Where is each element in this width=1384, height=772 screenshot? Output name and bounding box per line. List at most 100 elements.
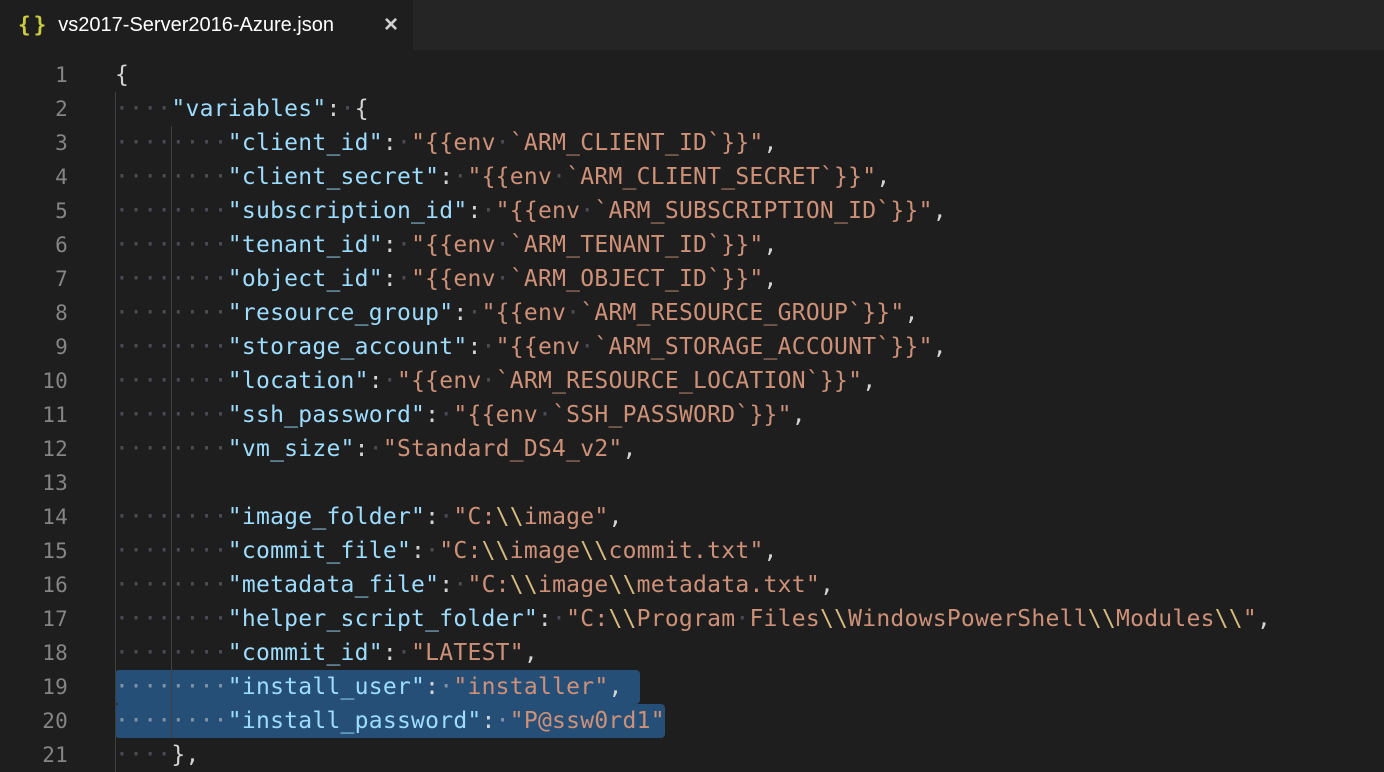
- indent-guide: [171, 500, 172, 534]
- line-content: ········"resource_group":·"{{env·`ARM_RE…: [115, 296, 1384, 330]
- indent-guide: [171, 126, 172, 160]
- line-number[interactable]: 8: [0, 296, 68, 330]
- code-line-8[interactable]: 8 ········"resource_group":·"{{env·`ARM_R…: [0, 296, 1384, 330]
- line-number[interactable]: 9: [0, 330, 68, 364]
- line-number[interactable]: 7: [0, 262, 68, 296]
- indent-guide: [171, 398, 172, 432]
- code-line-5[interactable]: 5 ········"subscription_id":·"{{env·`ARM_…: [0, 194, 1384, 228]
- code-text: ········"vm_size":·"Standard_DS4_v2",: [115, 432, 637, 466]
- tab-vs2017-server2016-azure-json[interactable]: {} vs2017-Server2016-Azure.json ×: [0, 0, 413, 50]
- code-text: ········"image_folder":·"C:\\image",: [115, 500, 623, 534]
- code-line-2[interactable]: 2 ····"variables":·{: [0, 92, 1384, 126]
- line-number[interactable]: 15: [0, 534, 68, 568]
- line-number[interactable]: 3: [0, 126, 68, 160]
- line-number[interactable]: 2: [0, 92, 68, 126]
- indent-guide: [115, 534, 116, 568]
- indent-guide: [171, 194, 172, 228]
- close-tab-icon[interactable]: ×: [384, 13, 398, 37]
- code-line-14[interactable]: 14 ········"image_folder":·"C:\\image",: [0, 500, 1384, 534]
- indent-guide: [115, 568, 116, 602]
- indent-guide: [171, 534, 172, 568]
- indent-guide: [115, 194, 116, 228]
- indent-guide: [115, 602, 116, 636]
- line-number[interactable]: 16: [0, 568, 68, 602]
- code-text: ········"object_id":·"{{env·`ARM_OBJECT_…: [115, 262, 778, 296]
- line-number[interactable]: 10: [0, 364, 68, 398]
- line-number[interactable]: 11: [0, 398, 68, 432]
- indent-guide: [171, 432, 172, 466]
- code-text: ········"commit_id":·"LATEST",: [115, 636, 538, 670]
- indent-guide: [115, 432, 116, 466]
- line-content: ········"vm_size":·"Standard_DS4_v2",: [115, 432, 1384, 466]
- code-line-13[interactable]: 13: [0, 466, 1384, 500]
- indent-guide: [171, 330, 172, 364]
- code-text: ····},: [115, 738, 200, 772]
- code-line-3[interactable]: 3 ········"client_id":·"{{env·`ARM_CLIENT…: [0, 126, 1384, 160]
- json-braces-icon: {}: [18, 15, 49, 36]
- line-number[interactable]: 6: [0, 228, 68, 262]
- code-text: ········"resource_group":·"{{env·`ARM_RE…: [115, 296, 919, 330]
- code-text: ········"tenant_id":·"{{env·`ARM_TENANT_…: [115, 228, 778, 262]
- indent-guide: [115, 704, 116, 738]
- indent-guide: [171, 602, 172, 636]
- indent-guide: [171, 568, 172, 602]
- line-content: ····"variables":·{: [115, 92, 1384, 126]
- line-number[interactable]: 4: [0, 160, 68, 194]
- indent-guide: [115, 636, 116, 670]
- line-number[interactable]: 13: [0, 466, 68, 500]
- code-line-18[interactable]: 18 ········"commit_id":·"LATEST",: [0, 636, 1384, 670]
- line-number[interactable]: 12: [0, 432, 68, 466]
- line-content: ········"commit_file":·"C:\\image\\commi…: [115, 534, 1384, 568]
- line-number[interactable]: 18: [0, 636, 68, 670]
- line-number[interactable]: 20: [0, 704, 68, 738]
- code-line-16[interactable]: 16 ········"metadata_file":·"C:\\image\\m…: [0, 568, 1384, 602]
- code-line-20[interactable]: 20 ········"install_password":·"P@ssw0rd1…: [0, 704, 1384, 738]
- indent-guide: [115, 92, 116, 126]
- code-line-6[interactable]: 6 ········"tenant_id":·"{{env·`ARM_TENANT…: [0, 228, 1384, 262]
- code-line-12[interactable]: 12 ········"vm_size":·"Standard_DS4_v2",: [0, 432, 1384, 466]
- code-line-19[interactable]: 19········"install_user":·"installer",: [0, 670, 1384, 704]
- line-number[interactable]: 19: [0, 670, 68, 704]
- line-number[interactable]: 17: [0, 602, 68, 636]
- indent-guide: [171, 670, 172, 704]
- line-number[interactable]: 14: [0, 500, 68, 534]
- code-line-7[interactable]: 7 ········"object_id":·"{{env·`ARM_OBJECT…: [0, 262, 1384, 296]
- code-text: ········"commit_file":·"C:\\image\\commi…: [115, 534, 778, 568]
- line-content: ········"ssh_password":·"{{env·`SSH_PASS…: [115, 398, 1384, 432]
- code-text: ····"variables":·{: [115, 92, 369, 126]
- line-content: ····},: [115, 738, 1384, 772]
- indent-guide: [115, 126, 116, 160]
- indent-guide: [171, 262, 172, 296]
- indent-guide: [115, 330, 116, 364]
- line-number[interactable]: 1: [0, 58, 68, 92]
- code-text: ········"subscription_id":·"{{env·`ARM_S…: [115, 194, 947, 228]
- line-content: ········"client_secret":·"{{env·`ARM_CLI…: [115, 160, 1384, 194]
- indent-guide: [115, 364, 116, 398]
- code-text: ········"client_secret":·"{{env·`ARM_CLI…: [115, 160, 890, 194]
- indent-guide: [171, 228, 172, 262]
- code-line-4[interactable]: 4 ········"client_secret":·"{{env·`ARM_CL…: [0, 160, 1384, 194]
- code-line-21[interactable]: 21 ····},: [0, 738, 1384, 772]
- code-line-9[interactable]: 9 ········"storage_account":·"{{env·`ARM_…: [0, 330, 1384, 364]
- code-editor[interactable]: 1{2····"variables":·{3········"client_id…: [0, 50, 1384, 772]
- code-text: ········"location":·"{{env·`ARM_RESOURCE…: [115, 364, 876, 398]
- indent-guide: [115, 500, 116, 534]
- code-text: ········"storage_account":·"{{env·`ARM_S…: [115, 330, 947, 364]
- code-text: ········"metadata_file":·"C:\\image\\met…: [115, 568, 834, 602]
- code-line-10[interactable]: 10 ········"location":·"{{env·`ARM_RESOUR…: [0, 364, 1384, 398]
- line-content: {: [115, 58, 1384, 92]
- code-line-15[interactable]: 15 ········"commit_file":·"C:\\image\\com…: [0, 534, 1384, 568]
- line-content: ········"client_id":·"{{env·`ARM_CLIENT_…: [115, 126, 1384, 160]
- code-line-1[interactable]: 1{: [0, 58, 1384, 92]
- line-number[interactable]: 5: [0, 194, 68, 228]
- indent-guide: [171, 636, 172, 670]
- code-line-11[interactable]: 11 ········"ssh_password":·"{{env·`SSH_PA…: [0, 398, 1384, 432]
- line-content: ········"subscription_id":·"{{env·`ARM_S…: [115, 194, 1384, 228]
- line-content: ········"metadata_file":·"C:\\image\\met…: [115, 568, 1384, 602]
- line-content: ········"install_password":·"P@ssw0rd1": [115, 704, 1384, 738]
- line-content: ········"image_folder":·"C:\\image",: [115, 500, 1384, 534]
- code-text: ········"client_id":·"{{env·`ARM_CLIENT_…: [115, 126, 778, 160]
- indent-guide: [115, 466, 116, 500]
- code-line-17[interactable]: 17········"helper_script_folder":·"C:\\P…: [0, 602, 1384, 636]
- line-number[interactable]: 21: [0, 738, 68, 772]
